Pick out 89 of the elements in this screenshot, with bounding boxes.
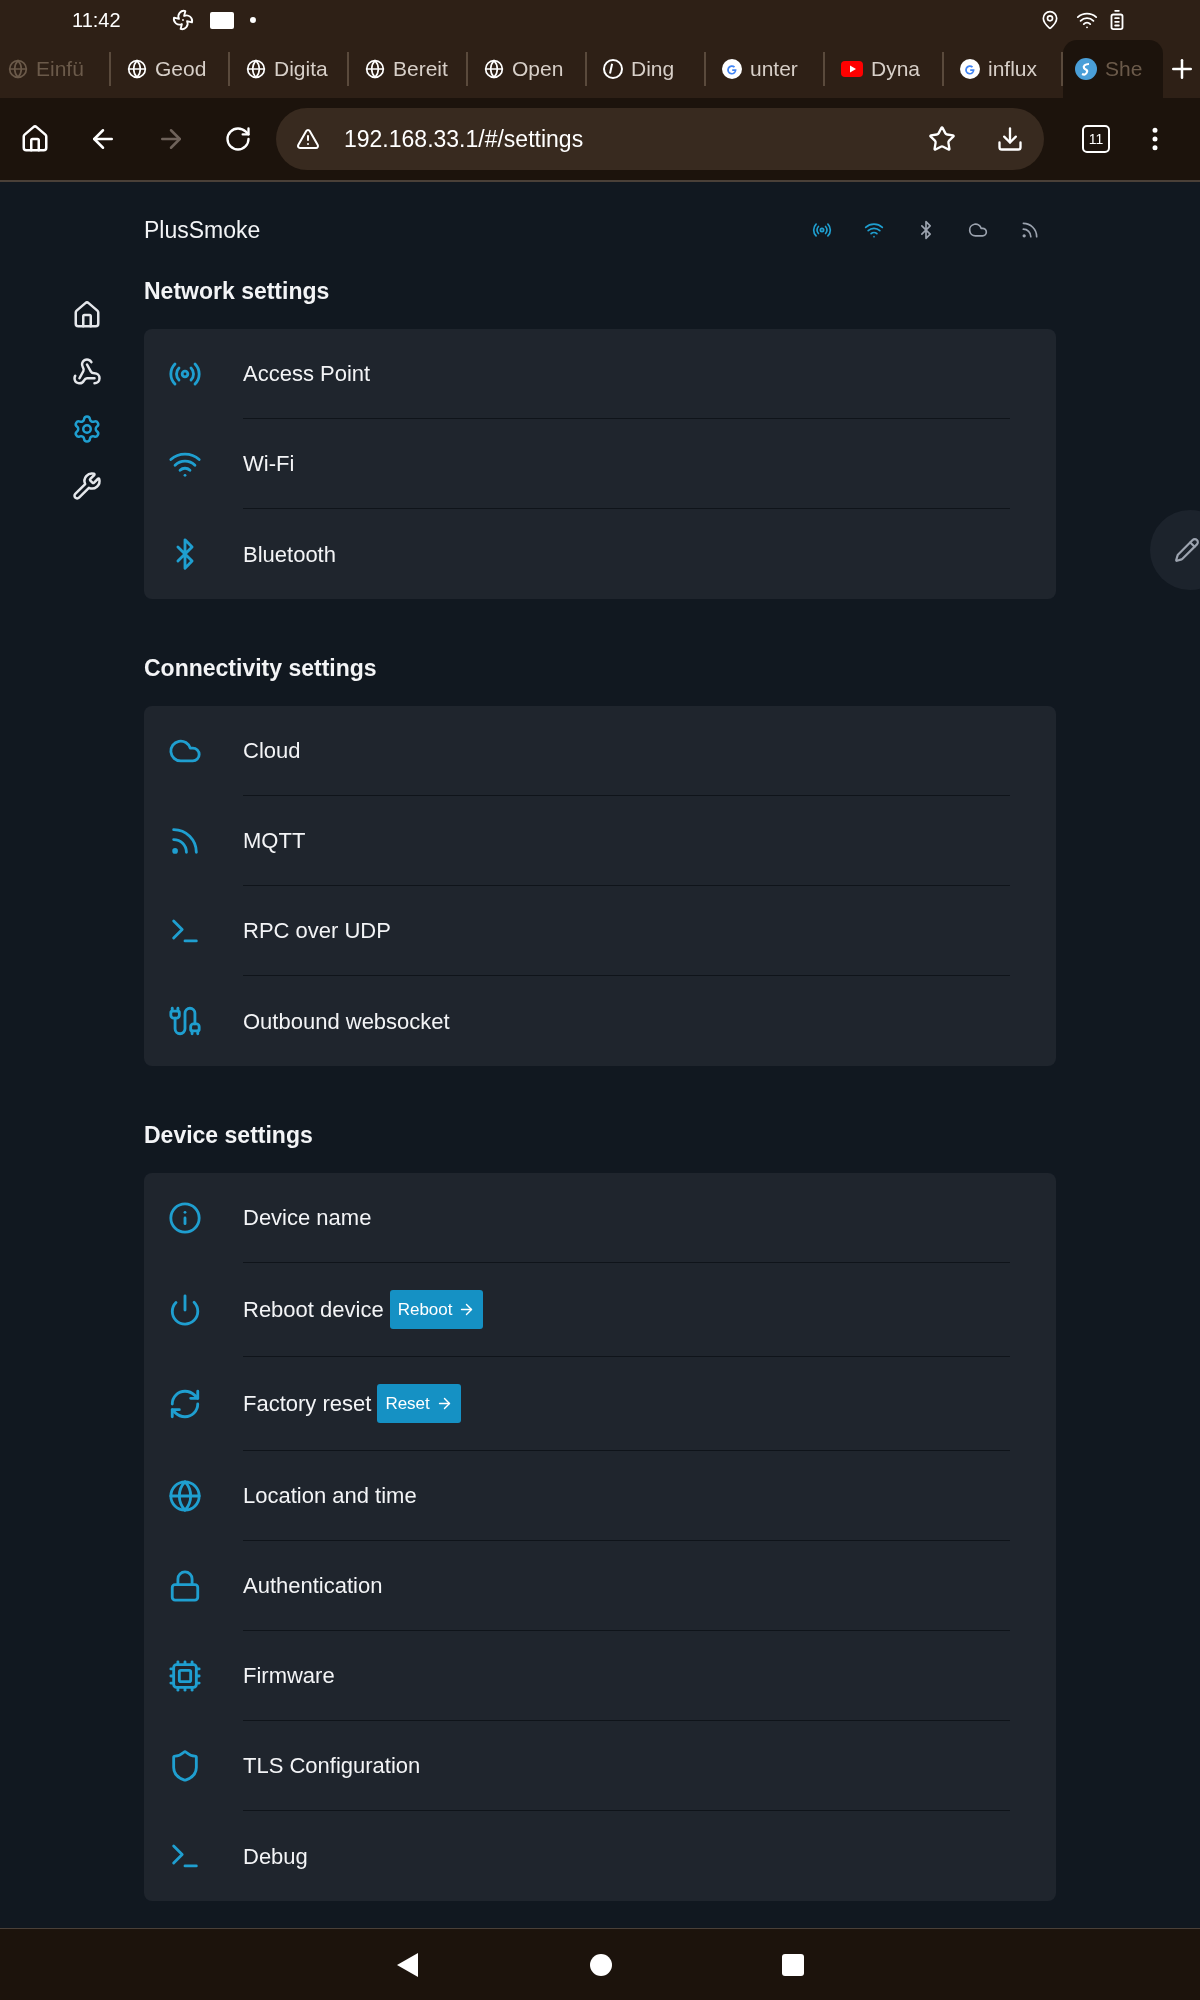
home-nav-icon[interactable] xyxy=(590,1953,612,1976)
url-text: 192.168.33.1/#/settings xyxy=(344,124,584,154)
fan-icon xyxy=(172,9,194,31)
reload-icon[interactable] xyxy=(224,125,252,153)
action-button[interactable]: Reset xyxy=(377,1383,461,1424)
settings-row[interactable]: Reboot device Reboot xyxy=(144,1263,1056,1357)
row-label: Location and time xyxy=(243,1482,417,1510)
warning-icon xyxy=(296,127,320,151)
row-label: Device name xyxy=(243,1204,372,1232)
settings-row[interactable]: Wi-Fi xyxy=(144,419,1056,509)
browser-tab[interactable]: Open xyxy=(468,52,587,86)
info-icon xyxy=(168,1201,202,1235)
settings-row[interactable]: Debug xyxy=(144,1811,1056,1901)
settings-row[interactable]: Cloud xyxy=(144,706,1056,796)
chip-icon xyxy=(168,1659,202,1693)
row-label: Bluetooth xyxy=(243,540,336,569)
tab-title: unter xyxy=(750,56,798,83)
row-label: TLS Configuration xyxy=(243,1752,421,1780)
clock: 11:42 xyxy=(72,8,122,33)
home-icon[interactable] xyxy=(72,300,102,330)
browser-tab[interactable]: Ding xyxy=(587,52,706,86)
pencil-icon xyxy=(1174,537,1200,563)
action-button[interactable]: Reboot xyxy=(389,1289,484,1330)
tab-title: Geod xyxy=(155,56,207,83)
refresh-icon xyxy=(168,1387,202,1421)
browser-tab[interactable]: Digita xyxy=(230,52,349,86)
address-bar[interactable]: 192.168.33.1/#/settings xyxy=(276,108,1044,170)
google-g-icon xyxy=(960,59,980,79)
download-icon[interactable] xyxy=(996,125,1024,153)
location-icon xyxy=(1040,10,1060,30)
section-heading: Device settings xyxy=(144,1122,314,1150)
tab-title: She xyxy=(1105,56,1143,83)
tab-title: Einfü xyxy=(36,56,84,83)
browser-tab[interactable]: unter xyxy=(706,52,825,86)
app-title: PlusSmoke xyxy=(144,215,261,245)
globe-icon xyxy=(168,1479,202,1513)
globe-icon xyxy=(246,59,266,79)
wrench-icon[interactable] xyxy=(72,471,102,501)
back-nav-icon[interactable] xyxy=(396,1951,420,1978)
row-label: MQTT xyxy=(243,827,306,855)
lock-icon xyxy=(168,1569,202,1603)
play-icon xyxy=(841,61,863,77)
recents-nav-icon[interactable] xyxy=(782,1953,804,1976)
section-heading: Connectivity settings xyxy=(144,655,378,683)
row-label: Firmware xyxy=(243,1662,335,1690)
globe-icon xyxy=(127,59,147,79)
row-label: Authentication xyxy=(243,1572,383,1600)
row-label: Factory reset xyxy=(243,1390,372,1418)
settings-icon[interactable] xyxy=(72,414,102,444)
row-label: RPC over UDP xyxy=(243,917,391,945)
globe-icon xyxy=(365,59,385,79)
settings-row[interactable]: Factory reset Reset xyxy=(144,1357,1056,1451)
globe-icon xyxy=(8,59,28,79)
settings-row[interactable]: Outbound websocket xyxy=(144,976,1056,1066)
browser-tab[interactable]: Geod xyxy=(111,52,230,86)
settings-row[interactable]: MQTT xyxy=(144,796,1056,886)
section-heading: Network settings xyxy=(144,278,331,306)
star-icon[interactable] xyxy=(928,125,956,153)
settings-row[interactable]: Firmware xyxy=(144,1631,1056,1721)
settings-row[interactable]: Access Point xyxy=(144,329,1056,419)
google-g-icon xyxy=(722,59,742,79)
settings-row[interactable]: Location and time xyxy=(144,1451,1056,1541)
row-label: Debug xyxy=(243,1842,308,1871)
webhook-icon[interactable] xyxy=(72,357,102,387)
settings-row[interactable]: Authentication xyxy=(144,1541,1056,1631)
settings-row[interactable]: Device name xyxy=(144,1173,1056,1263)
tab-title: Digita xyxy=(274,56,328,83)
tab-title: Open xyxy=(512,56,564,83)
browser-tab[interactable]: Dyna xyxy=(825,52,944,86)
tab-title: influx xyxy=(988,56,1038,83)
settings-row[interactable]: TLS Configuration xyxy=(144,1721,1056,1811)
power-icon xyxy=(168,1293,202,1327)
home-icon[interactable] xyxy=(20,124,50,154)
globe-icon xyxy=(484,59,504,79)
tab-title: Ding xyxy=(631,56,675,83)
card-icon xyxy=(210,11,234,29)
site-logo-icon xyxy=(1075,58,1097,80)
settings-row[interactable]: Bluetooth xyxy=(144,509,1056,599)
settings-row[interactable]: RPC over UDP xyxy=(144,886,1056,976)
row-label: Reboot device xyxy=(243,1296,384,1324)
row-label: Access Point xyxy=(243,360,371,388)
row-label: Cloud xyxy=(243,737,301,765)
row-label: Wi-Fi xyxy=(243,450,295,478)
tab-title: Bereit xyxy=(393,56,448,83)
browser-tab[interactable]: Bereit xyxy=(349,52,468,86)
tab-title: Dyna xyxy=(871,56,921,83)
tab-count[interactable]: 11 xyxy=(1082,125,1110,153)
row-label: Outbound websocket xyxy=(243,1007,450,1036)
cable-icon xyxy=(168,1004,202,1038)
